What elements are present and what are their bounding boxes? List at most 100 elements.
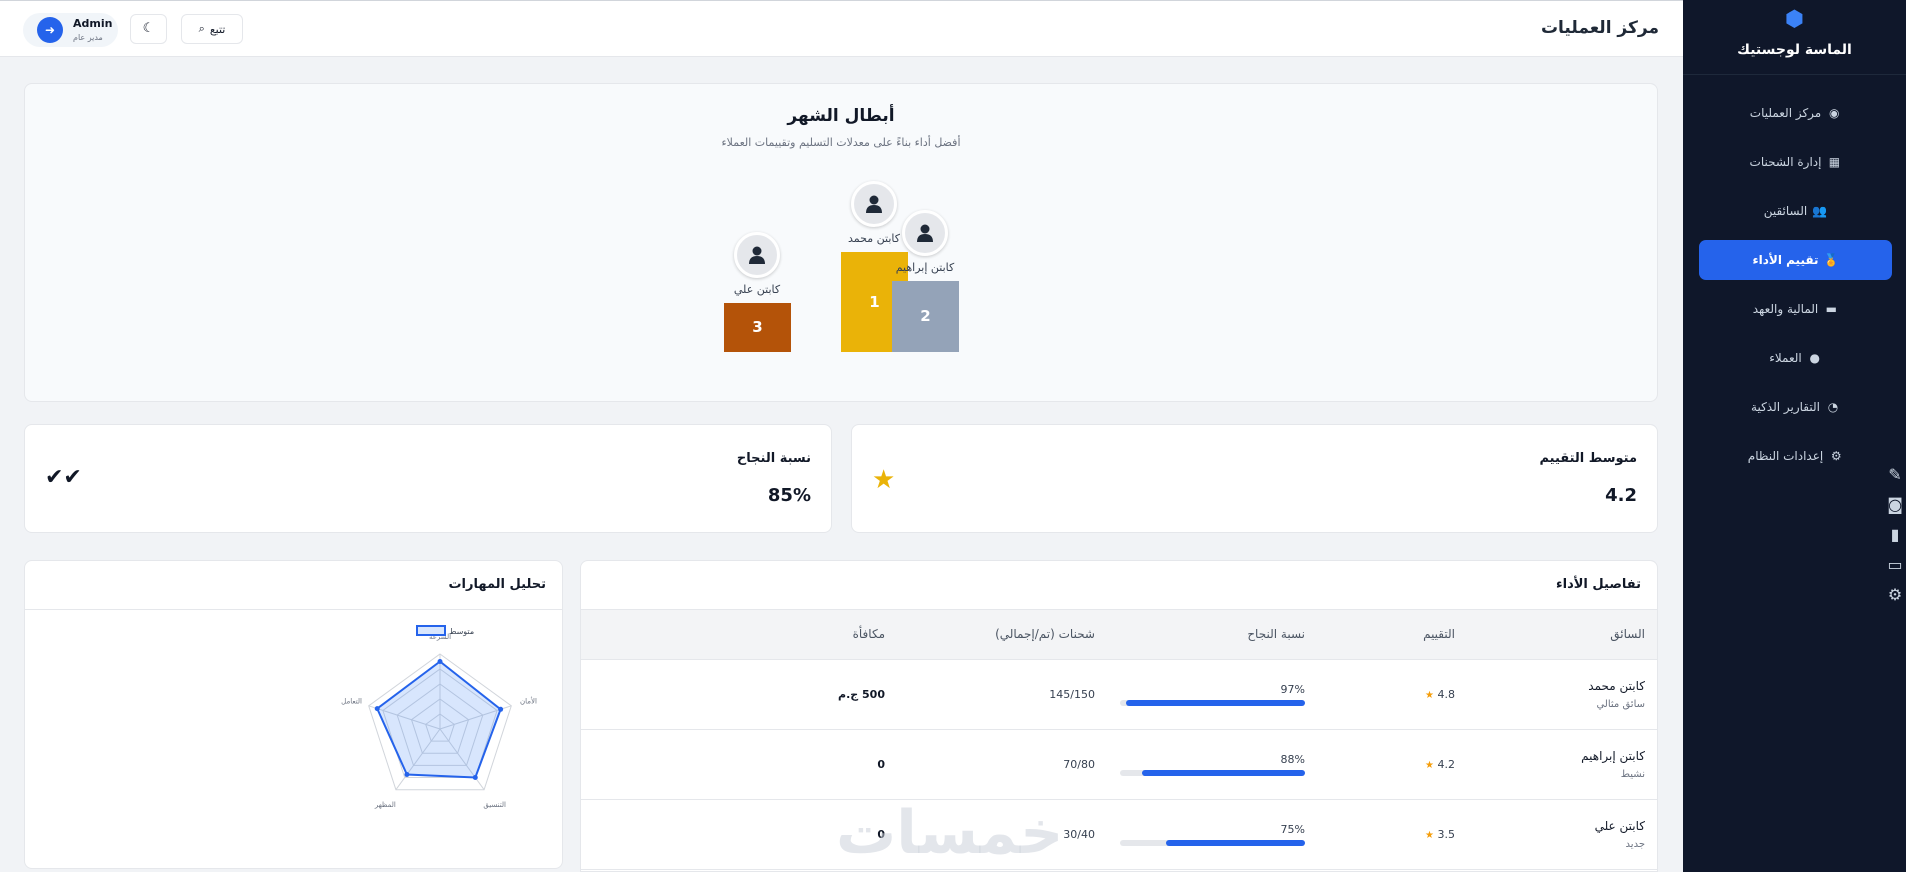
table-row[interactable]: كابتن إبراهيم نشيط 4.2 ★ 88% 70/80 0 [581, 729, 1657, 800]
bonus-value: 500 ج.م [838, 687, 885, 701]
rating-value: 4.8 [1437, 687, 1456, 701]
column-header[interactable]: السائق [1467, 610, 1657, 660]
user-chip[interactable]: ➜ Admin مدير عام [23, 13, 118, 47]
sidebar-item-4[interactable]: ▬ المالية والعهد [1699, 289, 1892, 329]
double-check-icon: ✔✔ [45, 465, 82, 490]
chart-pie-icon: ◔ [1827, 400, 1839, 414]
video-icon[interactable]: ▮ [1884, 525, 1906, 555]
radar-point [374, 706, 380, 712]
bonus-value: 0 [877, 757, 885, 771]
driver-name: كابتن إبراهيم [1581, 748, 1645, 763]
gear-icon[interactable]: ⚙ [1884, 585, 1906, 615]
skills-radar-chart: السرعةالأمانالتنسيقالمظهرالتعاملمتوسط [341, 625, 537, 809]
page-title: مركز العمليات [1540, 18, 1659, 38]
table-row[interactable]: كابتن علي جديد 3.5 ★ 75% 30/40 0 [581, 799, 1657, 870]
logout-icon[interactable]: ➜ [37, 17, 63, 43]
driver-avatar [734, 232, 780, 278]
radar-axis-label: المظهر [374, 801, 396, 809]
radar-point [472, 775, 478, 781]
success-progress-fill [1142, 769, 1305, 776]
sidebar-item-label: التقارير الذكية [1751, 400, 1820, 414]
sidebar-nav: ◉ مركز العمليات ▦ إدارة الشحنات 👥 السائقين 🏅 تق… [1683, 75, 1906, 476]
driver-avatar [902, 210, 948, 256]
star-icon: ★ [872, 465, 896, 495]
gear-icon: ⚙ [1830, 449, 1842, 463]
performance-table: السائق التقييم نسبة النجاح شحنات (تم/إجمالي… [581, 610, 1657, 870]
radar-point [498, 706, 504, 712]
track-label: تتبع [209, 22, 226, 36]
column-header[interactable]: مكافأة [581, 610, 897, 660]
windows-icon[interactable]: ▭ [1884, 555, 1906, 585]
sidebar-item-2[interactable]: 👥 السائقين [1699, 191, 1892, 231]
success-rate-value: 85% [767, 485, 811, 506]
medal-icon: 🏅 [1823, 253, 1839, 267]
user-icon [749, 246, 765, 264]
boxes-icon: ▦ [1828, 155, 1841, 169]
avg-rating-card: متوسط التقييم 4.2 ★ [851, 424, 1658, 533]
driver-status: سائق مثالي [1596, 698, 1645, 710]
sidebar-item-3[interactable]: 🏅 تقييم الأداء [1699, 240, 1892, 280]
user-icon [917, 224, 933, 242]
champions-subtitle: أفضل أداء بناءً على معدلات التسليم وتقيي… [721, 136, 961, 149]
champions-title: أبطال الشهر [787, 106, 895, 126]
camera-icon[interactable]: ◙ [1884, 495, 1906, 525]
success-progress-bar [1120, 839, 1305, 846]
watermark: خمسات [836, 798, 1064, 868]
avg-rating-value: 4.2 [1605, 485, 1637, 506]
sidebar-item-5[interactable]: ● العملاء [1699, 338, 1892, 378]
sidebar-item-1[interactable]: ▦ إدارة الشحنات [1699, 142, 1892, 182]
radar-axis-label: التعامل [341, 697, 362, 705]
podium-name: كابتن علي [733, 283, 781, 296]
sidebar-item-7[interactable]: ⚙ إعدادات النظام [1699, 436, 1892, 476]
radar-series-area [375, 660, 502, 779]
radar-axis-label: التنسيق [483, 801, 506, 809]
radar-point [404, 772, 410, 778]
user-tie-icon: ● [1809, 351, 1820, 365]
rating-value: 3.5 [1437, 827, 1456, 841]
star-icon: ★ [1425, 759, 1434, 771]
column-header[interactable]: نسبة النجاح [1107, 610, 1317, 660]
table-row[interactable]: كابتن محمد سائق مثالي 4.8 ★ 97% 145/150 500 ج… [581, 659, 1657, 730]
sidebar-item-6[interactable]: ◔ التقارير الذكية [1699, 387, 1892, 427]
success-percent: 88% [1280, 752, 1305, 766]
brand-name: الماسة لوجستيك [1737, 42, 1852, 58]
search-icon: ⌕ [198, 22, 205, 35]
brand: ⬢ الماسة لوجستيك [1683, 0, 1906, 75]
avg-rating-label: متوسط التقييم [1539, 451, 1637, 466]
user-icon [866, 195, 882, 213]
star-icon: ★ [1425, 829, 1434, 841]
column-header[interactable]: التقييم [1317, 610, 1467, 660]
driver-status: جديد [1625, 838, 1645, 850]
column-header[interactable]: شحنات (تم/إجمالي) [897, 610, 1107, 660]
driver-name: كابتن علي [1594, 818, 1645, 833]
sidebar: ⬢ الماسة لوجستيك ◉ مركز العمليات ▦ إدارة ال… [1683, 0, 1906, 872]
driver-name: كابتن محمد [1588, 678, 1645, 693]
podium-block-2: 2 [892, 281, 959, 352]
sidebar-item-label: السائقين [1763, 204, 1808, 218]
users-icon: 👥 [1812, 204, 1828, 218]
success-progress-bar [1120, 769, 1305, 776]
rating-value: 4.2 [1437, 757, 1456, 771]
pen-icon[interactable]: ✎ [1884, 465, 1906, 495]
success-rate-card: نسبة النجاح 85% ✔✔ [24, 424, 832, 533]
sidebar-item-label: مركز العمليات [1749, 106, 1822, 120]
legend-swatch [416, 625, 446, 636]
success-percent: 97% [1280, 682, 1305, 696]
skills-card: تحليل المهارات السرعة الأمان التنسيق المظهر… [24, 560, 563, 869]
theme-toggle-button[interactable]: ☾ [130, 14, 167, 44]
edge-toolbar: ✎ ◙ ▮ ▭ ⚙ [1884, 465, 1906, 615]
success-percent: 75% [1280, 822, 1305, 836]
driver-avatar [851, 181, 897, 227]
track-button[interactable]: تتبع ⌕ [181, 14, 243, 44]
shipments-value: 145/150 [897, 659, 1107, 730]
success-progress-fill [1166, 839, 1305, 846]
sidebar-item-0[interactable]: ◉ مركز العمليات [1699, 93, 1892, 133]
sidebar-item-label: إعدادات النظام [1747, 449, 1824, 463]
podium-block-3: 3 [724, 303, 791, 352]
skills-title: تحليل المهارات [448, 577, 546, 592]
wallet-icon: ▬ [1825, 302, 1837, 316]
driver-status: نشيط [1620, 768, 1645, 780]
sidebar-item-label: إدارة الشحنات [1749, 155, 1822, 169]
topbar: مركز العمليات ➜ Admin مدير عام ☾ تتبع ⌕ [0, 0, 1683, 57]
success-progress-bar [1120, 699, 1305, 706]
